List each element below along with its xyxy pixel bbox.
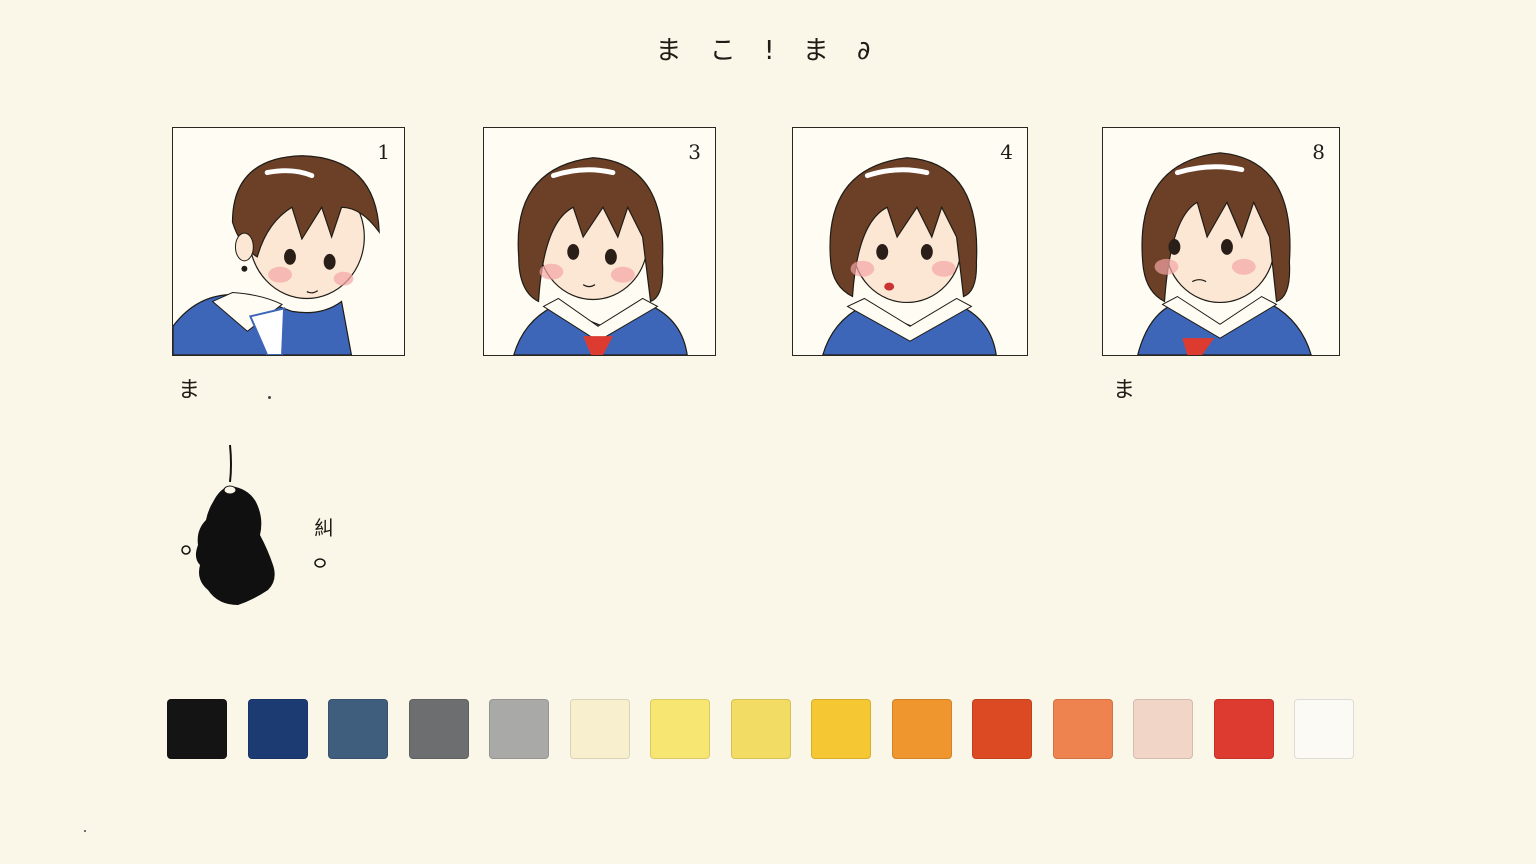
color-swatch-light-yellow [730, 699, 791, 759]
character-panel-8: 8 [1102, 127, 1340, 356]
ink-dot [268, 396, 271, 399]
color-swatch-black [167, 699, 227, 759]
panel-number: 1 [377, 140, 390, 164]
color-swatch-white [1294, 699, 1354, 759]
color-swatch-red [1213, 699, 1274, 759]
color-swatch-slate-blue [328, 699, 388, 759]
color-swatch-light-gray [489, 699, 549, 759]
character-drawing-3 [513, 157, 688, 355]
panel-number: 4 [1000, 140, 1013, 164]
character-panel-1: 1 [172, 127, 405, 356]
sheet-title: ま こ ! ま ∂ [655, 36, 881, 66]
color-swatch-dark-gray [408, 699, 469, 759]
panel-8-mark: ま [1113, 378, 1136, 403]
color-swatch-red-orange [972, 699, 1032, 759]
color-swatch-salmon [1052, 699, 1113, 759]
color-swatch-orange [891, 699, 952, 759]
character-drawing-8 [1137, 152, 1312, 355]
silhouette-sketch: 糾 [168, 440, 348, 615]
character-drawing-1 [173, 155, 380, 355]
sketch-note: 糾 [314, 516, 334, 540]
character-panel-3: 3 [483, 127, 716, 356]
color-swatch-cream [569, 699, 630, 759]
character-drawing-4 [822, 157, 997, 355]
panel-number: 3 [688, 140, 701, 164]
color-swatch-pale-pink [1133, 699, 1193, 759]
panel-1-mark: ま [178, 378, 201, 403]
ink-dot [84, 830, 86, 832]
model-sheet: ま こ ! ま ∂ 1 3 4 8 ま ま 糾 [0, 0, 1536, 864]
color-palette [167, 699, 1357, 763]
color-swatch-yellow [811, 699, 871, 759]
panel-number: 8 [1312, 140, 1325, 164]
color-swatch-navy [247, 699, 308, 759]
color-swatch-pale-yellow [650, 699, 710, 759]
character-panel-4: 4 [792, 127, 1028, 356]
